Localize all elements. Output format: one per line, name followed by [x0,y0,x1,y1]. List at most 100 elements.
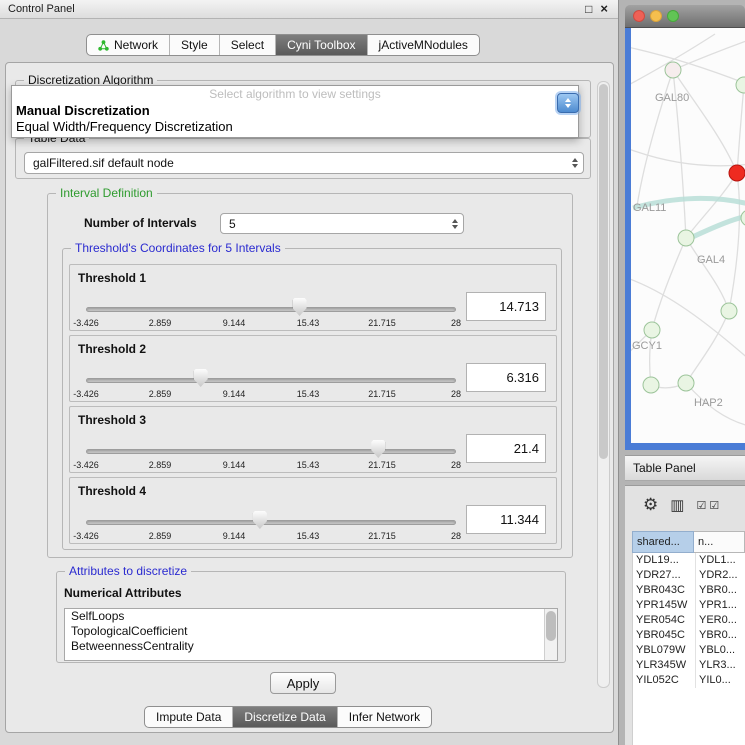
list-item-betweennesscentrality[interactable]: BetweennessCentrality [65,639,557,654]
table-row[interactable]: YDL19...YDL1... [633,553,745,568]
network-edge [729,173,739,311]
panel-scrollbar[interactable] [597,81,610,688]
slider-thumb[interactable] [253,511,267,529]
select-all-columns-icon[interactable]: ☑ [709,499,719,512]
table-panel-header[interactable]: Table Panel [625,455,745,481]
network-node[interactable] [665,62,681,78]
slider-thumb[interactable] [194,369,208,387]
column-header-2[interactable]: n... [694,531,745,553]
zoom-traffic-light-icon[interactable] [667,10,679,22]
dropdown-option-manual-discretization[interactable]: Manual Discretization [12,103,578,119]
panel-scrollbar-thumb[interactable] [599,84,608,459]
network-node[interactable] [643,377,659,393]
apply-button[interactable]: Apply [270,672,336,694]
tab-network[interactable]: Network [87,35,170,55]
slider-track[interactable] [86,449,456,454]
table-row[interactable]: YBR043CYBR0... [633,583,745,598]
number-of-intervals-value: 5 [229,214,236,233]
table-cell: YBR0... [695,628,745,643]
tick-label: 9.144 [223,318,246,328]
slider-tick-labels: -3.4262.8599.14415.4321.71528 [86,460,456,472]
network-node[interactable] [741,210,745,226]
threshold-slider[interactable]: -3.4262.8599.14415.4321.71528 [86,407,456,472]
table-data-combobox[interactable]: galFiltered.sif default node [24,152,584,174]
attributes-group: Attributes to discretize Numerical Attri… [56,571,566,663]
column-layout-icon[interactable]: ▥ [670,496,684,514]
table-cell: YDR2... [695,568,745,583]
table-row[interactable]: YBL079WYBL0... [633,643,745,658]
threshold-value-field[interactable]: 6.316 [466,363,546,392]
tab-cyni-toolbox[interactable]: Cyni Toolbox [276,35,367,55]
minimize-traffic-light-icon[interactable] [650,10,662,22]
threshold-slider[interactable]: -3.4262.8599.14415.4321.71528 [86,265,456,330]
control-panel-body: Discretization Algorithm Select algorith… [5,62,614,733]
slider-track[interactable] [86,378,456,383]
table-row[interactable]: YPR145WYPR1... [633,598,745,613]
settings-gear-icon[interactable]: ⚙ [643,495,658,515]
tab-label: Infer Network [349,710,420,724]
table-cell: YBL0... [695,643,745,658]
algorithm-combo-stepper-button[interactable] [557,93,579,113]
threshold-value-field[interactable]: 11.344 [466,505,546,534]
select-visible-columns-icon[interactable]: ☑ [696,499,706,512]
threshold-slider[interactable]: -3.4262.8599.14415.4321.71528 [86,478,456,543]
network-node[interactable] [678,375,694,391]
tab-impute-data[interactable]: Impute Data [145,707,233,727]
network-node[interactable] [678,230,694,246]
tab-infer-network[interactable]: Infer Network [338,707,431,727]
network-node[interactable] [644,322,660,338]
table-row[interactable]: YDR27...YDR2... [633,568,745,583]
table-cell: YIL0... [695,673,745,688]
slider-tick-labels: -3.4262.8599.14415.4321.71528 [86,389,456,401]
slider-track[interactable] [86,307,456,312]
tab-label: Impute Data [156,710,221,724]
slider-thumb[interactable] [293,298,307,316]
list-scrollbar-thumb[interactable] [546,611,556,641]
tab-label: jActiveMNodules [379,38,468,52]
slider-thumb[interactable] [371,440,385,458]
network-icon [98,40,109,51]
number-of-intervals-combobox[interactable]: 5 [220,213,464,234]
close-traffic-light-icon[interactable] [633,10,645,22]
table-row[interactable]: YER054CYER0... [633,613,745,628]
tick-label: 15.43 [297,460,320,470]
network-canvas[interactable]: GAL80GAL11GAL4GCY1HAP2 [631,28,745,443]
tick-label: 28 [451,531,461,541]
table-header-row: shared...n... [632,531,745,553]
network-node[interactable] [736,77,745,93]
slider-tick-labels: -3.4262.8599.14415.4321.71528 [86,531,456,543]
top-tab-bar: NetworkStyleSelectCyni Toolbox jActiveMNo… [86,34,480,56]
network-window-titlebar[interactable] [625,5,745,28]
threshold-value-field[interactable]: 14.713 [466,292,546,321]
tick-label: 2.859 [149,531,172,541]
float-window-icon[interactable]: □ [585,0,592,18]
list-scrollbar[interactable] [544,609,557,660]
table-row[interactable]: YIL052CYIL0... [633,673,745,688]
node-label: HAP2 [694,397,723,409]
close-window-icon[interactable]: × [600,0,608,18]
network-edge [686,311,729,383]
tick-label: 28 [451,389,461,399]
tick-label: -3.426 [73,389,99,399]
table-row[interactable]: YLR345WYLR3... [633,658,745,673]
tick-label: 9.144 [223,389,246,399]
dropdown-option-equal-width-frequency-discretization[interactable]: Equal Width/Frequency Discretization [12,119,578,135]
tab-style[interactable]: Style [170,35,220,55]
bottom-tab-bar: Impute Data Discretize Data Infer Network [144,706,432,728]
list-item-topologicalcoefficient[interactable]: TopologicalCoefficient [65,624,557,639]
column-header-1[interactable]: shared... [632,531,694,553]
control-panel-titlebar[interactable]: Control Panel □ × [0,0,618,19]
tab-discretize-data[interactable]: Discretize Data [233,707,337,727]
tab-select[interactable]: Select [220,35,276,55]
table-row[interactable]: YBR045CYBR0... [633,628,745,643]
network-edge [631,46,745,84]
selected-network-node[interactable] [729,165,745,181]
threshold-slider[interactable]: -3.4262.8599.14415.4321.71528 [86,336,456,401]
tab-label: Discretize Data [244,710,325,724]
threshold-value-field[interactable]: 21.4 [466,434,546,463]
network-node[interactable] [721,303,737,319]
list-item-selfloops[interactable]: SelfLoops [65,609,557,624]
tick-label: -3.426 [73,531,99,541]
slider-track[interactable] [86,520,456,525]
tab-jactivemnodules[interactable]: jActiveMNodules [368,35,479,55]
